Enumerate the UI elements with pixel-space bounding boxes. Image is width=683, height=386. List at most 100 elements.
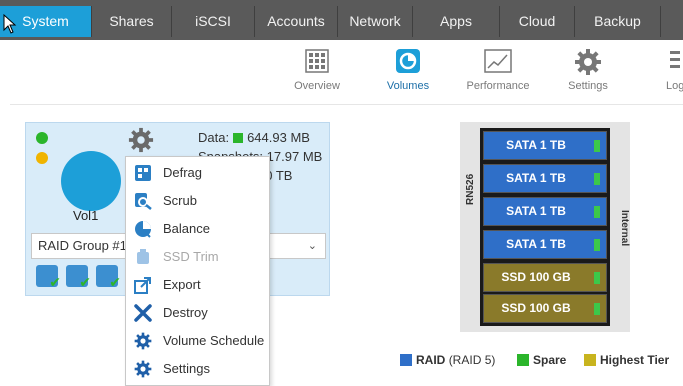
menu-item-label: Scrub xyxy=(163,193,197,208)
log-icon xyxy=(670,51,680,68)
legend-raid: RAID (RAID 5) xyxy=(400,353,495,367)
settings-gear-icon xyxy=(134,360,152,378)
legend-tier: Highest Tier xyxy=(584,353,669,367)
subnav-performance-label: Performance xyxy=(466,80,530,92)
subnav-settings[interactable]: Settings xyxy=(563,48,613,98)
drive-led-icon xyxy=(594,206,600,218)
tab-network[interactable]: Network xyxy=(337,6,412,37)
volume-usage-circle xyxy=(61,151,121,211)
drive-led-icon xyxy=(594,173,600,185)
legend-tier-label: Highest Tier xyxy=(600,353,670,367)
subnav-log[interactable]: Log xyxy=(660,48,683,98)
menu-item-label: Settings xyxy=(163,361,210,376)
drive-bay-label: SATA 1 TB xyxy=(506,204,566,218)
check-icon: ✔ xyxy=(79,274,91,290)
menu-item-label: Balance xyxy=(163,221,210,236)
status-warning-icon xyxy=(36,152,48,164)
menu-item-label: Defrag xyxy=(163,165,203,180)
tab-accounts[interactable]: Accounts xyxy=(254,6,337,37)
drive-bay[interactable]: SATA 1 TB xyxy=(483,197,607,226)
tab-iscsi[interactable]: iSCSI xyxy=(171,6,254,37)
menu-item-label: Export xyxy=(163,277,201,292)
settings-gear-icon xyxy=(575,49,601,75)
menu-item-balance[interactable]: Balance xyxy=(126,215,269,243)
top-navigation-bar: System Shares iSCSI Accounts Network App… xyxy=(0,0,683,40)
drive-bay-label: SATA 1 TB xyxy=(506,237,566,251)
drive-led-icon xyxy=(594,272,600,284)
status-ok-icon xyxy=(36,132,48,144)
enclosure-side-label: Internal xyxy=(619,210,630,247)
subnav-overview[interactable]: Overview xyxy=(292,48,342,98)
export-icon xyxy=(134,277,151,294)
disk-status-icon[interactable]: ✔ xyxy=(36,265,61,290)
disk-status-icon[interactable]: ✔ xyxy=(66,265,91,290)
tab-cloud[interactable]: Cloud xyxy=(499,6,574,37)
spare-swatch xyxy=(517,354,529,366)
data-value: 644.93 MB xyxy=(247,130,310,145)
disk-status-icon[interactable]: ✔ xyxy=(96,265,121,290)
drive-bay[interactable]: SATA 1 TB xyxy=(483,131,607,160)
menu-item-volume-schedule[interactable]: Volume Schedule xyxy=(126,327,269,355)
menu-item-ssd-trim[interactable]: SSD Trim xyxy=(126,243,269,271)
tab-backup[interactable]: Backup xyxy=(574,6,660,37)
snapshot-value: 17.97 MB xyxy=(266,149,323,164)
legend-spare: Spare xyxy=(517,353,566,367)
legend-spare-label: Spare xyxy=(533,353,567,367)
volume-name: Vol1 xyxy=(73,208,99,223)
drive-bay-label: SSD 100 GB xyxy=(501,301,571,315)
check-icon: ✔ xyxy=(49,274,61,290)
raid-swatch xyxy=(400,354,412,366)
raid-group-value: RAID Group #1 xyxy=(38,238,127,253)
drive-led-icon xyxy=(594,239,600,251)
menu-item-destroy[interactable]: Destroy xyxy=(126,299,269,327)
volumes-icon xyxy=(396,49,420,73)
subnav-overview-label: Overview xyxy=(294,80,340,92)
subnav-volumes[interactable]: Volumes xyxy=(383,48,433,98)
drive-bay-label: SATA 1 TB xyxy=(506,138,566,152)
subnav-log-label: Log xyxy=(666,80,683,92)
ssd-trim-icon xyxy=(137,249,149,264)
chevron-down-icon: ⌄ xyxy=(307,240,317,252)
drive-bay[interactable]: SATA 1 TB xyxy=(483,230,607,259)
menu-item-settings[interactable]: Settings xyxy=(126,355,269,383)
menu-item-export[interactable]: Export xyxy=(126,271,269,299)
menu-item-label: Destroy xyxy=(163,305,208,320)
subnav-performance[interactable]: Performance xyxy=(465,48,531,98)
drive-bay[interactable]: SSD 100 GB xyxy=(483,294,607,323)
menu-item-defrag[interactable]: Defrag xyxy=(126,159,269,187)
menu-item-scrub[interactable]: Scrub xyxy=(126,187,269,215)
tier-swatch xyxy=(584,354,596,366)
balance-icon xyxy=(135,221,151,238)
performance-icon xyxy=(484,49,512,73)
subnav-volumes-label: Volumes xyxy=(386,80,430,92)
data-color-swatch xyxy=(233,133,244,143)
drive-bay-label: SSD 100 GB xyxy=(501,270,571,284)
drive-bay[interactable]: SSD 100 GB xyxy=(483,263,607,292)
tab-apps[interactable]: Apps xyxy=(412,6,499,37)
overview-icon xyxy=(305,49,329,73)
volume-context-menu: Defrag Scrub Balance SSD Trim Export Des… xyxy=(125,156,270,386)
destroy-icon xyxy=(134,304,152,322)
drive-led-icon xyxy=(594,140,600,152)
drive-bay-label: SATA 1 TB xyxy=(506,171,566,185)
schedule-gear-icon xyxy=(134,332,152,350)
check-icon: ✔ xyxy=(109,274,121,290)
nas-enclosure: SATA 1 TB SATA 1 TB SATA 1 TB SATA 1 TB … xyxy=(460,122,630,332)
drive-led-icon xyxy=(594,303,600,315)
subnav-settings-label: Settings xyxy=(568,80,608,92)
subnav-divider xyxy=(10,104,683,105)
enclosure-model-label: RN526 xyxy=(465,173,476,205)
data-label: Data: xyxy=(198,130,230,145)
scrub-icon xyxy=(135,193,152,210)
defrag-icon xyxy=(135,165,151,181)
tab-shares[interactable]: Shares xyxy=(91,6,171,37)
drive-bays: SATA 1 TB SATA 1 TB SATA 1 TB SATA 1 TB … xyxy=(480,128,610,326)
tab-overflow[interactable] xyxy=(660,6,683,37)
legend-raid-label: RAID xyxy=(416,353,446,367)
volume-gear-icon[interactable] xyxy=(128,127,154,153)
drive-bay[interactable]: SATA 1 TB xyxy=(483,164,607,193)
menu-item-label: SSD Trim xyxy=(163,249,219,264)
menu-item-label: Volume Schedule xyxy=(163,333,265,348)
mouse-cursor-icon xyxy=(3,14,17,34)
legend-raid-detail: (RAID 5) xyxy=(448,353,496,367)
